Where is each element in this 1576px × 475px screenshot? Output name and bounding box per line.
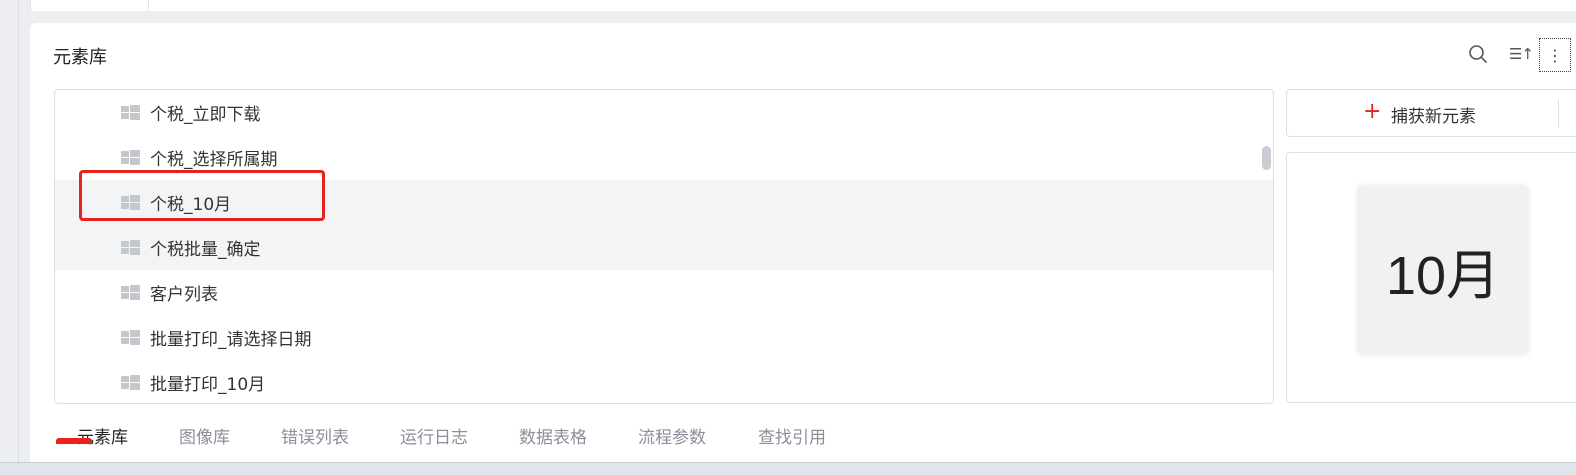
more-icon: ⋮: [1547, 45, 1563, 65]
sort-button[interactable]: ☰↑: [1508, 41, 1534, 67]
list-item-label: 批量打印_请选择日期: [150, 330, 312, 350]
tab-run-log[interactable]: 运行日志: [400, 423, 468, 448]
list-item[interactable]: 客户列表: [55, 270, 1273, 315]
windows-icon: [121, 285, 140, 300]
capture-button-label: 捕获新元素: [1391, 107, 1476, 127]
list-item-label: 个税_10月: [150, 195, 232, 215]
list-item-label: 客户列表: [150, 285, 218, 305]
list-item[interactable]: 批量打印_请选择日期: [55, 315, 1273, 360]
windows-icon: [121, 240, 140, 255]
list-item[interactable]: 个税批量_确定: [55, 225, 1273, 270]
capture-new-element-button[interactable]: + 捕获新元素: [1286, 89, 1576, 137]
tab-image-library[interactable]: 图像库: [179, 423, 230, 448]
list-item-selected[interactable]: 个税_10月: [55, 180, 1273, 225]
preview-text: 10月: [1385, 245, 1501, 306]
list-item-label: 个税_选择所属期: [150, 150, 278, 170]
tab-flow-params[interactable]: 流程参数: [638, 423, 706, 448]
list-item-label: 个税批量_确定: [150, 240, 261, 260]
button-divider: [1558, 100, 1559, 128]
active-tab-indicator: [56, 438, 92, 444]
plus-icon: +: [1363, 99, 1382, 124]
windows-icon: [121, 375, 140, 390]
element-library-panel: 元素库 ☰↑ ⋮ 个税_立即下载 个税_选择所属期 个税_10月 个税批量_确定…: [30, 23, 1576, 474]
left-edge-divider: [18, 0, 19, 474]
windows-icon: [121, 150, 140, 165]
element-preview: 10月: [1286, 152, 1576, 403]
list-item[interactable]: 个税_立即下载: [55, 90, 1273, 135]
search-icon: [1469, 45, 1488, 64]
top-strip-divider: [148, 0, 149, 11]
list-item-label: 批量打印_10月: [150, 375, 266, 395]
windows-icon: [121, 330, 140, 345]
windows-icon: [121, 195, 140, 210]
element-list[interactable]: 个税_立即下载 个税_选择所属期 个税_10月 个税批量_确定 客户列表 批量打…: [54, 89, 1274, 404]
bottom-status-bar: [0, 462, 1576, 475]
preview-image: 10月: [1357, 185, 1529, 355]
tab-find-references[interactable]: 查找引用: [758, 423, 826, 448]
panel-title: 元素库: [53, 47, 107, 68]
top-panel-strip: [30, 0, 1576, 11]
sort-icon: ☰↑: [1508, 45, 1534, 63]
tab-data-table[interactable]: 数据表格: [519, 423, 587, 448]
tab-element-library[interactable]: 元素库: [77, 423, 128, 448]
list-item-label: 个税_立即下载: [150, 105, 261, 125]
windows-icon: [121, 105, 140, 120]
list-scrollbar[interactable]: [1262, 146, 1271, 170]
tab-error-list[interactable]: 错误列表: [281, 423, 349, 448]
more-options-button[interactable]: ⋮: [1539, 38, 1571, 72]
search-button[interactable]: [1466, 41, 1490, 67]
list-item[interactable]: 个税_选择所属期: [55, 135, 1273, 180]
bottom-tabs: 元素库 图像库 错误列表 运行日志 数据表格 流程参数 查找引用: [30, 417, 930, 457]
list-item[interactable]: 批量打印_10月: [55, 360, 1273, 403]
